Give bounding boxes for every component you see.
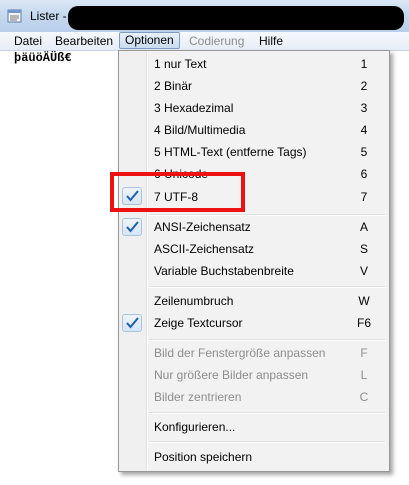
menu-item-label: ANSI-Zeichensatz — [154, 220, 251, 234]
menu-item-binaer[interactable]: 2 Binär 2 — [119, 75, 389, 97]
optionen-dropdown-menu: 1 nur Text 1 2 Binär 2 3 Hexadezimal 3 4… — [118, 50, 390, 472]
menu-item-shortcut: 1 — [360, 57, 368, 71]
menu-item-shortcut: 3 — [360, 101, 368, 115]
menu-item-shortcut: 6 — [360, 167, 368, 181]
menu-item-label: Zeige Textcursor — [154, 316, 243, 330]
menu-item-label: Bild der Fenstergröße anpassen — [154, 346, 326, 360]
menu-item-konfigurieren[interactable]: Konfigurieren... — [119, 416, 389, 438]
menu-item-shortcut: A — [359, 220, 368, 234]
menu-item-bilder-zentrieren: Bilder zentrieren C — [119, 386, 389, 408]
menu-item-label: Konfigurieren... — [154, 420, 236, 434]
menu-item-ansi-zeichensatz[interactable]: ANSI-Zeichensatz A — [119, 216, 389, 238]
menu-optionen[interactable]: Optionen — [119, 32, 180, 49]
menu-item-bild-fenstergroesse: Bild der Fenstergröße anpassen F — [119, 342, 389, 364]
menu-item-variable-buchstabenbreite[interactable]: Variable Buchstabenbreite V — [119, 260, 389, 282]
lister-app-icon — [7, 9, 22, 23]
menu-item-shortcut: S — [359, 242, 368, 256]
menu-item-shortcut: C — [359, 390, 369, 404]
redacted-title-area — [68, 6, 404, 30]
menu-item-html-text[interactable]: 5 HTML-Text (entferne Tags) 5 — [119, 141, 389, 163]
checkmark-box — [122, 218, 142, 236]
menu-item-label: 5 HTML-Text (entferne Tags) — [154, 145, 307, 159]
menu-item-shortcut: 7 — [360, 190, 368, 204]
check-icon — [126, 221, 139, 233]
window-title: Lister - [ — [30, 9, 74, 23]
menu-item-label: 2 Binär — [154, 79, 193, 93]
menu-item-hexadezimal[interactable]: 3 Hexadezimal 3 — [119, 97, 389, 119]
menu-item-shortcut: W — [358, 294, 370, 308]
menu-item-zeilenumbruch[interactable]: Zeilenumbruch W — [119, 290, 389, 312]
menu-item-label: 4 Bild/Multimedia — [154, 123, 246, 137]
menu-bearbeiten[interactable]: Bearbeiten — [50, 33, 118, 49]
menu-item-label: Zeilenumbruch — [154, 294, 234, 308]
menu-item-ascii-zeichensatz[interactable]: ASCII-Zeichensatz S — [119, 238, 389, 260]
menu-bar: Datei Bearbeiten Optionen Codierung Hilf… — [0, 32, 409, 51]
menu-item-zeige-textcursor[interactable]: Zeige Textcursor F6 — [119, 312, 389, 334]
check-icon — [126, 317, 139, 329]
menu-item-shortcut: 5 — [360, 145, 368, 159]
menu-item-shortcut: F — [360, 346, 368, 360]
menu-datei[interactable]: Datei — [9, 33, 47, 49]
file-content-text: þäüöÄÜß€ — [14, 51, 72, 65]
menu-item-shortcut: 2 — [360, 79, 368, 93]
menu-item-nur-text[interactable]: 1 nur Text 1 — [119, 53, 389, 75]
menu-item-label: ASCII-Zeichensatz — [154, 242, 255, 256]
menu-item-label: 3 Hexadezimal — [154, 101, 234, 115]
menu-item-label: Variable Buchstabenbreite — [154, 264, 294, 278]
menu-separator — [149, 441, 385, 443]
menu-hilfe[interactable]: Hilfe — [254, 33, 288, 49]
menu-item-label: Bilder zentrieren — [154, 390, 242, 404]
menu-item-shortcut: L — [360, 368, 368, 382]
menu-separator — [149, 286, 385, 288]
menu-item-shortcut: 4 — [360, 123, 368, 137]
menu-item-nur-groessere-bilder: Nur größere Bilder anpassen L — [119, 364, 389, 386]
checkmark-box — [122, 314, 142, 332]
menu-codierung[interactable]: Codierung — [184, 33, 249, 49]
menu-item-shortcut: V — [359, 264, 368, 278]
menu-item-label: Nur größere Bilder anpassen — [154, 368, 309, 382]
menu-separator — [149, 339, 385, 341]
menu-separator — [149, 412, 385, 414]
menu-item-shortcut: F6 — [357, 316, 372, 330]
menu-item-bild-multimedia[interactable]: 4 Bild/Multimedia 4 — [119, 119, 389, 141]
menu-item-label: 1 nur Text — [154, 57, 207, 71]
red-highlight-annotation — [110, 172, 245, 212]
menu-item-position-speichern[interactable]: Position speichern — [119, 446, 389, 468]
title-bar: Lister - [ — [0, 0, 409, 33]
menu-item-label: Position speichern — [154, 450, 253, 464]
